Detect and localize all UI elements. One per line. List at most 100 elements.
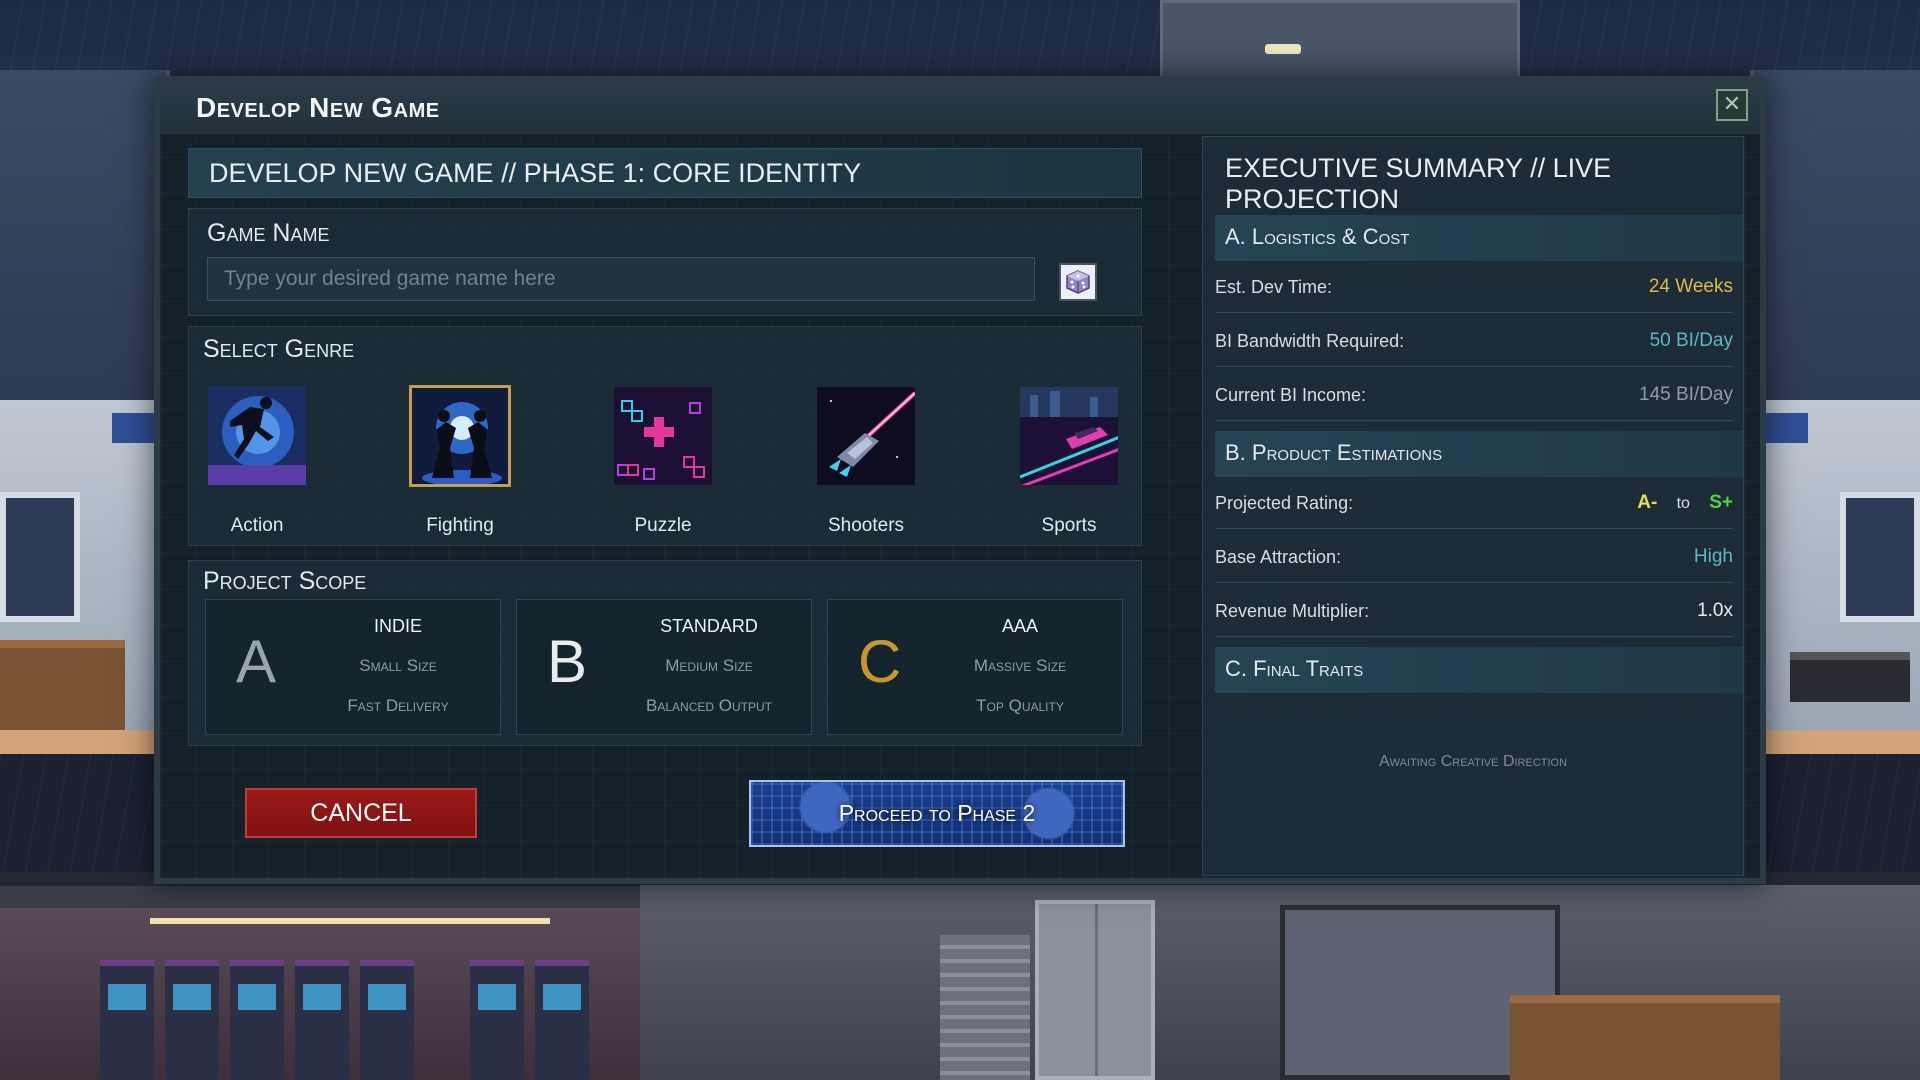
- logistics-section-title: A. Logistics & Cost: [1225, 224, 1410, 249]
- scope-title-standard: STANDARD: [660, 616, 758, 636]
- dialog-title: Develop New Game: [196, 92, 440, 123]
- arcade-cabinet: [470, 960, 524, 1080]
- summary-row-attraction: Base Attraction: High: [1215, 531, 1733, 583]
- genre-label-sports: Sports: [1041, 515, 1097, 536]
- shooters-genre-art: [815, 385, 917, 487]
- scope-title-aaa: AAA: [1001, 616, 1039, 636]
- proceed-button[interactable]: Proceed to Phase 2: [749, 780, 1125, 847]
- scope-letter-c: C: [858, 628, 902, 695]
- summary-row-bandwidth: BI Bandwidth Required: 50 BI/Day: [1215, 315, 1733, 367]
- attraction-label: Base Attraction:: [1215, 547, 1342, 567]
- develop-new-game-dialog: Develop New Game ✕ DEVELOP NEW GAME // P…: [154, 76, 1766, 884]
- floor-left: [0, 730, 170, 754]
- cancel-button[interactable]: CANCEL: [245, 788, 477, 838]
- close-button[interactable]: ✕: [1716, 89, 1748, 121]
- tower-light: [1265, 44, 1301, 54]
- summary-row-dev-time: Est. Dev Time: 24 Weeks: [1215, 261, 1733, 313]
- arcade-ceiling-lights: [150, 918, 550, 924]
- synth-keyboard: [1790, 652, 1910, 702]
- genre-sports[interactable]: Sports: [1009, 385, 1129, 537]
- genre-panel: Select Genre Action Fighting Puzzle Shoo…: [188, 326, 1142, 546]
- arcade-cabinet: [535, 960, 589, 1080]
- scope-size-standard: Medium Size: [665, 656, 753, 675]
- game-name-label: Game Name: [207, 219, 330, 247]
- arcade-cabinet: [230, 960, 284, 1080]
- scope-detail-aaa: Top Quality: [976, 696, 1064, 715]
- income-label: Current BI Income:: [1215, 385, 1367, 405]
- genre-fighting[interactable]: Fighting: [400, 385, 520, 537]
- dialog-titlebar: Develop New Game ✕: [160, 82, 1760, 134]
- puzzle-genre-art: [612, 385, 714, 487]
- scope-title-indie: INDIE: [373, 616, 422, 636]
- scope-detail-standard: Balanced Output: [646, 696, 772, 715]
- scope-option-aaa[interactable]: C AAA Massive Size Top Quality: [827, 599, 1123, 735]
- estimations-section-title: B. Product Estimations: [1225, 440, 1443, 465]
- logistics-section-header: A. Logistics & Cost: [1215, 215, 1743, 261]
- floor-right: [1750, 730, 1920, 754]
- dev-time-value: 24 Weeks: [1648, 276, 1733, 297]
- genre-label-shooters: Shooters: [827, 515, 905, 536]
- arcade-cabinet: [295, 960, 349, 1080]
- window-left: [0, 492, 80, 622]
- genre-label: Select Genre: [203, 335, 355, 363]
- project-scope-panel: Project Scope A INDIE Small Size Fast De…: [188, 560, 1142, 746]
- summary-row-revenue: Revenue Multiplier: 1.0x: [1215, 585, 1733, 637]
- sports-genre-art: [1018, 385, 1120, 487]
- action-genre-art: [206, 385, 308, 487]
- income-value: 145 BI/Day: [1639, 384, 1733, 405]
- genre-action[interactable]: Action: [197, 385, 317, 537]
- rating-label: Projected Rating:: [1215, 493, 1354, 513]
- office-desk: [1510, 995, 1780, 1080]
- scope-detail-indie: Fast Delivery: [347, 696, 449, 715]
- summary-row-rating: Projected Rating: A- to S+: [1215, 477, 1733, 529]
- genre-label-action: Action: [230, 515, 284, 536]
- phase-header-title: DEVELOP NEW GAME // PHASE 1: CORE IDENTI…: [209, 158, 862, 188]
- scope-option-standard[interactable]: B STANDARD Medium Size Balanced Output: [516, 599, 812, 735]
- arcade-cabinet: [100, 960, 154, 1080]
- game-name-input[interactable]: [207, 257, 1035, 301]
- window-right: [1840, 492, 1920, 622]
- scope-letter-a: A: [236, 628, 277, 695]
- genre-shooters[interactable]: Shooters: [806, 385, 926, 537]
- dialog-body: DEVELOP NEW GAME // PHASE 1: CORE IDENTI…: [160, 134, 1760, 878]
- dice-icon: [1066, 270, 1090, 294]
- roof-left: [0, 70, 170, 450]
- summary-row-income: Current BI Income: 145 BI/Day: [1215, 369, 1733, 421]
- elevator: [1035, 900, 1155, 1080]
- fighting-genre-art: [409, 385, 511, 487]
- scope-size-indie: Small Size: [359, 656, 437, 675]
- genre-puzzle[interactable]: Puzzle: [603, 385, 723, 537]
- scope-letter-b: B: [547, 628, 588, 695]
- rating-range: A- to S+: [1637, 492, 1733, 514]
- desk-left: [0, 640, 125, 730]
- summary-title: EXECUTIVE SUMMARY // LIVE PROJECTION: [1225, 153, 1612, 214]
- arcade-cabinet: [165, 960, 219, 1080]
- random-name-button[interactable]: [1059, 263, 1097, 301]
- dev-time-label: Est. Dev Time:: [1215, 277, 1333, 297]
- bandwidth-value: 50 BI/Day: [1649, 330, 1733, 351]
- traits-section-header: C. Final Traits: [1215, 647, 1743, 693]
- arcade-cabinet: [360, 960, 414, 1080]
- genre-label-fighting: Fighting: [426, 515, 494, 536]
- genre-label-puzzle: Puzzle: [634, 515, 692, 536]
- attraction-value: High: [1693, 546, 1733, 567]
- rating-to: to: [1676, 495, 1690, 512]
- executive-summary-panel: EXECUTIVE SUMMARY // LIVE PROJECTION A. …: [1202, 136, 1744, 876]
- traits-empty-message: Awaiting Creative Direction: [1378, 753, 1568, 770]
- estimations-section-header: B. Product Estimations: [1215, 431, 1743, 477]
- scope-size-aaa: Massive Size: [973, 656, 1067, 675]
- phase-header: DEVELOP NEW GAME // PHASE 1: CORE IDENTI…: [188, 148, 1142, 198]
- scope-option-indie[interactable]: A INDIE Small Size Fast Delivery: [205, 599, 501, 735]
- stairs: [940, 935, 1030, 1080]
- rating-low: A-: [1637, 492, 1658, 513]
- rating-high: S+: [1709, 492, 1733, 513]
- project-scope-label: Project Scope: [203, 567, 367, 595]
- close-icon: ✕: [1722, 92, 1742, 117]
- revenue-label: Revenue Multiplier:: [1215, 601, 1370, 621]
- rooftop-tower: [1160, 0, 1520, 80]
- revenue-value: 1.0x: [1697, 600, 1733, 621]
- proceed-button-label: Proceed to Phase 2: [838, 800, 1036, 826]
- roof-right: [1750, 70, 1920, 450]
- game-name-panel: Game Name: [188, 208, 1142, 316]
- bandwidth-label: BI Bandwidth Required:: [1215, 331, 1405, 351]
